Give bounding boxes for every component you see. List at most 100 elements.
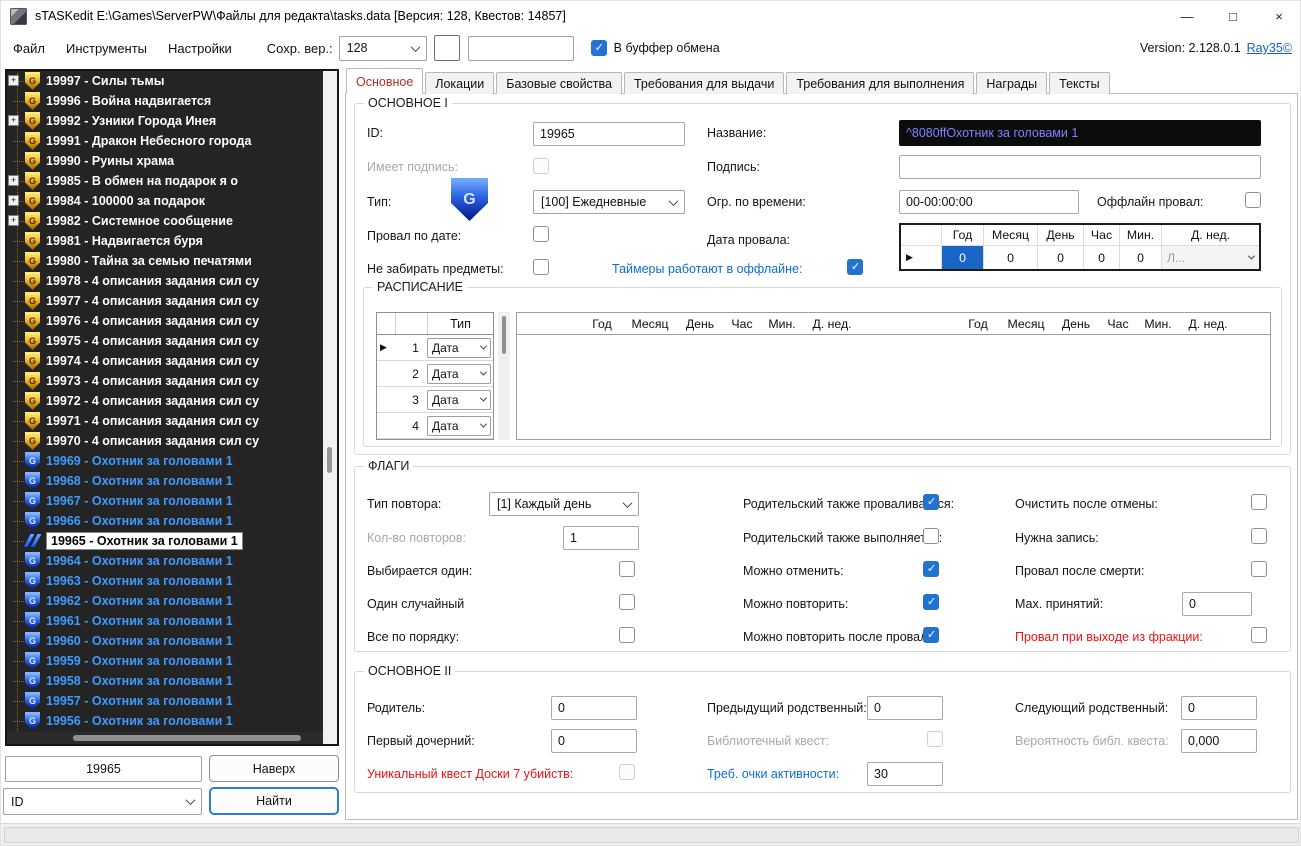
fail-date-cell[interactable]: 0 [1037, 245, 1083, 269]
find-button[interactable]: Найти [209, 787, 339, 815]
tree-item[interactable]: G 19990 - Руины храма [7, 151, 323, 171]
tree-item[interactable]: 19965 - Охотник за головами 1 [7, 531, 323, 551]
type-select[interactable]: [100] Ежедневные [533, 190, 685, 214]
all-in-order-checkbox[interactable] [619, 627, 635, 643]
schedule-type-select[interactable]: Дата [427, 337, 491, 358]
has-sign-checkbox[interactable] [533, 158, 549, 174]
tree-item[interactable]: G 19981 - Надвигается буря [7, 231, 323, 251]
tab-texts[interactable]: Тексты [1049, 72, 1110, 94]
tree-item[interactable]: G 19972 - 4 описания задания сил су [7, 391, 323, 411]
search-field-select[interactable]: ID [3, 788, 202, 815]
tree-item[interactable]: G 19980 - Тайна за семью печатями [7, 251, 323, 271]
tree-item[interactable]: + G 19997 - Силы тьмы [7, 71, 323, 91]
tab-locations[interactable]: Локации [425, 72, 495, 94]
save-version-select[interactable]: 128 [338, 35, 427, 61]
parent-fails-checkbox[interactable] [923, 494, 939, 510]
tab-rewards[interactable]: Награды [976, 72, 1048, 94]
search-input[interactable] [5, 756, 202, 782]
tree-expand-icon[interactable]: + [8, 175, 19, 186]
unique-board-checkbox[interactable] [619, 764, 635, 780]
tree-item[interactable]: + G 19984 - 100000 за подарок [7, 191, 323, 211]
can-cancel-checkbox[interactable] [923, 561, 939, 577]
tree-item[interactable]: G 19966 - Охотник за головами 1 [7, 511, 323, 531]
no-take-items-checkbox[interactable] [533, 259, 549, 275]
offline-fail-checkbox[interactable] [1245, 192, 1261, 208]
library-chance-field[interactable] [1181, 729, 1257, 753]
tree-item[interactable]: G 19956 - Охотник за головами 1 [7, 711, 323, 731]
tree-item[interactable]: G 19962 - Охотник за головами 1 [7, 591, 323, 611]
author-link[interactable]: Ray35© [1247, 41, 1292, 55]
tree-item[interactable]: G 19960 - Охотник за головами 1 [7, 631, 323, 651]
tree-item[interactable]: G 19991 - Дракон Небесного города [7, 131, 323, 151]
tab-complete-requirements[interactable]: Требования для выполнения [786, 72, 975, 94]
go-top-button[interactable]: Наверх [209, 755, 339, 782]
tree-item[interactable]: G 19973 - 4 описания задания сил су [7, 371, 323, 391]
tree-item[interactable]: G 19968 - Охотник за головами 1 [7, 471, 323, 491]
tree-item[interactable]: + G 19985 - В обмен на подарок я о [7, 171, 323, 191]
schedule-row[interactable]: 2 Дата [377, 361, 493, 387]
schedule-row[interactable]: 4 Дата [377, 413, 493, 439]
menu-file[interactable]: Файл [4, 37, 54, 60]
time-limit-field[interactable] [899, 190, 1079, 214]
tree-item[interactable]: G 19977 - 4 описания задания сил су [7, 291, 323, 311]
schedule-type-select[interactable]: Дата [427, 389, 491, 410]
need-record-checkbox[interactable] [1251, 528, 1267, 544]
fail-by-date-checkbox[interactable] [533, 226, 549, 242]
fail-on-faction-leave-checkbox[interactable] [1251, 627, 1267, 643]
one-random-checkbox[interactable] [619, 594, 635, 610]
activity-points-field[interactable] [867, 762, 943, 786]
tree-item[interactable]: G 19961 - Охотник за головами 1 [7, 611, 323, 631]
toolbar-input[interactable] [467, 35, 574, 61]
fail-after-death-checkbox[interactable] [1251, 561, 1267, 577]
maximize-button[interactable]: □ [1210, 1, 1256, 31]
weekday-select[interactable]: Л... [1161, 245, 1259, 269]
tree-item[interactable]: G 19974 - 4 описания задания сил су [7, 351, 323, 371]
tree-vertical-scrollbar[interactable] [323, 71, 337, 744]
id-field[interactable] [533, 122, 685, 146]
max-accept-field[interactable] [1182, 592, 1252, 616]
fail-date-cell[interactable]: 0 [983, 245, 1037, 269]
tree-item[interactable]: G 19964 - Охотник за головами 1 [7, 551, 323, 571]
first-child-field[interactable] [551, 729, 637, 753]
repeat-after-fail-checkbox[interactable] [923, 627, 939, 643]
name-field[interactable] [899, 120, 1261, 146]
toolbar-box[interactable] [433, 35, 460, 61]
repeat-type-select[interactable]: [1] Каждый день [489, 492, 639, 516]
clear-after-cancel-checkbox[interactable] [1251, 494, 1267, 510]
library-quest-checkbox[interactable] [927, 731, 943, 747]
sign-field[interactable] [899, 155, 1261, 179]
tree-item[interactable]: + G 19982 - Системное сообщение [7, 211, 323, 231]
close-button[interactable]: × [1256, 1, 1300, 31]
schedule-row[interactable]: 3 Дата [377, 387, 493, 413]
pick-one-checkbox[interactable] [619, 561, 635, 577]
tree-expand-icon[interactable]: + [8, 195, 19, 206]
schedule-row[interactable]: ▶ 1 Дата [377, 335, 493, 361]
schedule-type-select[interactable]: Дата [427, 363, 491, 384]
tree-item[interactable]: G 19971 - 4 описания задания сил су [7, 411, 323, 431]
tree-item[interactable]: G 19957 - Охотник за головами 1 [7, 691, 323, 711]
timers-offline-checkbox[interactable] [847, 259, 863, 275]
repeat-count-field[interactable] [563, 526, 639, 550]
tree-item[interactable]: G 19959 - Охотник за головами 1 [7, 651, 323, 671]
schedule-type-select[interactable]: Дата [427, 415, 491, 436]
fail-date-cell[interactable]: 0 [1119, 245, 1161, 269]
minimize-button[interactable]: — [1164, 1, 1210, 31]
tree-item[interactable]: G 19978 - 4 описания задания сил су [7, 271, 323, 291]
schedule-scrollbar-thumb[interactable] [502, 316, 506, 354]
tree-vertical-scrollbar-thumb[interactable] [327, 447, 332, 473]
menu-settings[interactable]: Настройки [159, 37, 241, 60]
tree-horizontal-scrollbar[interactable] [7, 732, 323, 744]
tab-give-requirements[interactable]: Требования для выдачи [624, 72, 785, 94]
tab-main[interactable]: Основное [346, 68, 424, 94]
schedule-scrollbar[interactable] [498, 312, 510, 440]
parent-completes-checkbox[interactable] [923, 528, 939, 544]
can-repeat-checkbox[interactable] [923, 594, 939, 610]
tree-item[interactable]: G 19958 - Охотник за головами 1 [7, 671, 323, 691]
tree-item[interactable]: G 19963 - Охотник за головами 1 [7, 571, 323, 591]
tree-item[interactable]: G 19967 - Охотник за головами 1 [7, 491, 323, 511]
tree-item[interactable]: G 19976 - 4 описания задания сил су [7, 311, 323, 331]
tree-item[interactable]: G 19970 - 4 описания задания сил су [7, 431, 323, 451]
tab-base-properties[interactable]: Базовые свойства [496, 72, 622, 94]
tree-expand-icon[interactable]: + [8, 115, 19, 126]
next-sibling-field[interactable] [1181, 696, 1257, 720]
